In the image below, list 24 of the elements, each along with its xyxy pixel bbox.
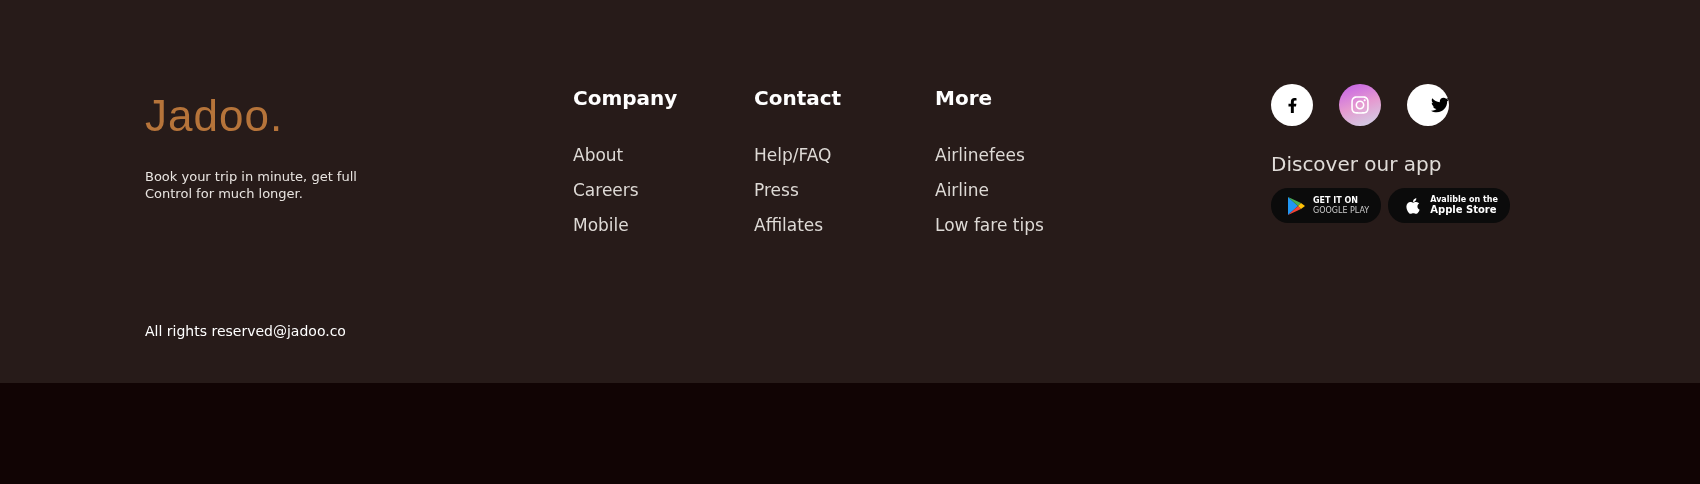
bird-icon <box>1431 96 1449 114</box>
camera-icon <box>1350 95 1370 115</box>
footer-link[interactable]: Press <box>754 173 799 208</box>
footer-link[interactable]: Mobile <box>573 208 629 243</box>
column-heading: Contact <box>754 86 843 110</box>
app-heading: Discover our app <box>1271 152 1443 176</box>
footer-link[interactable]: Help/FAQ <box>754 138 832 173</box>
tagline: Book your trip in minute, get full Control for much longer. <box>145 168 358 202</box>
footer-link[interactable]: Careers <box>573 173 639 208</box>
column-heading: More <box>935 86 994 110</box>
footer-link[interactable]: Airlinefees <box>935 138 1025 173</box>
play-triangle-icon <box>1287 195 1305 216</box>
social-button[interactable] <box>1339 84 1381 126</box>
footer-link[interactable]: About <box>573 138 624 173</box>
app-store-button[interactable]: Avalible on the Apple Store <box>1388 188 1510 223</box>
social-button[interactable] <box>1271 84 1313 126</box>
brand-logo: Jadoo. <box>145 94 285 138</box>
column-heading: Company <box>573 86 679 110</box>
copyright-text: All rights reserved@jadoo.co <box>145 323 347 339</box>
social-button[interactable] <box>1407 84 1449 126</box>
footer-link[interactable]: Low fare tips <box>935 208 1044 243</box>
google-play-button[interactable]: GET IT ON GOOGLE PLAY <box>1271 188 1382 223</box>
footer-link[interactable]: Airline <box>935 173 990 208</box>
footer-link[interactable]: Affilates <box>754 208 824 243</box>
